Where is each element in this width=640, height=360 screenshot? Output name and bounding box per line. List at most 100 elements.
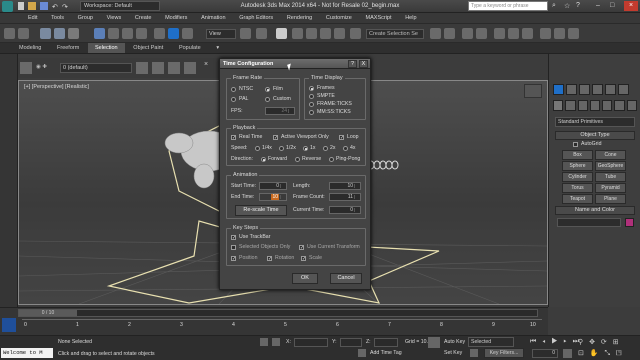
current-time-spinner[interactable]: 0: [329, 206, 361, 214]
shapes-icon[interactable]: [565, 100, 576, 111]
film-radio[interactable]: [265, 87, 270, 92]
viewport-navigation-controls-2[interactable]: ⊡ ✋ ⤡ ◳: [578, 349, 623, 358]
menu-group[interactable]: Group: [72, 13, 99, 21]
selected-only-checkbox[interactable]: [231, 245, 236, 250]
select-scale-icon[interactable]: [182, 28, 193, 39]
rescale-time-button[interactable]: Re-scale Time: [235, 205, 287, 216]
set-key-icon[interactable]: [428, 337, 440, 348]
time-slider[interactable]: 0 / 10: [18, 309, 538, 317]
length-spinner[interactable]: 10: [329, 182, 361, 190]
tab-modeling[interactable]: Modeling: [12, 43, 48, 53]
lock-selection-icon[interactable]: [260, 338, 268, 346]
viewcube-icon[interactable]: [524, 84, 542, 98]
ok-button[interactable]: OK: [292, 273, 318, 284]
pal-radio[interactable]: [231, 97, 236, 102]
menu-edit[interactable]: Edit: [22, 13, 43, 21]
maxscript-listener[interactable]: Welcome to M: [1, 348, 53, 358]
menu-create[interactable]: Create: [129, 13, 158, 21]
cancel-button[interactable]: Cancel: [330, 273, 362, 284]
systems-icon[interactable]: [626, 100, 637, 111]
save-icon[interactable]: [40, 2, 48, 10]
select-manipulate-icon[interactable]: [256, 28, 267, 39]
reference-coordinate-dropdown[interactable]: View: [206, 29, 236, 39]
utilities-tab-icon[interactable]: [618, 84, 629, 95]
window-crossing-icon[interactable]: [136, 28, 147, 39]
maximize-button[interactable]: □: [610, 2, 620, 11]
use-current-transform-checkbox[interactable]: ✓: [299, 245, 304, 251]
speed-quarter-radio[interactable]: [255, 146, 260, 151]
align-icon[interactable]: [444, 28, 455, 39]
layer-new-icon[interactable]: [136, 62, 148, 74]
render-setup-icon[interactable]: [540, 28, 551, 39]
position-checkbox[interactable]: ✓: [231, 256, 236, 262]
create-tab-icon[interactable]: [553, 84, 564, 95]
tab-object-paint[interactable]: Object Paint: [126, 43, 170, 53]
cone-button[interactable]: Cone: [595, 150, 626, 160]
key-filters-button[interactable]: Key Filters...: [484, 348, 524, 358]
autogrid-checkbox[interactable]: [573, 142, 578, 147]
object-color-swatch[interactable]: [625, 218, 634, 227]
ntsc-radio[interactable]: [231, 87, 236, 92]
region-select-icon[interactable]: [122, 28, 133, 39]
cylinder-button[interactable]: Cylinder: [562, 172, 593, 182]
layer-manager-icon[interactable]: [462, 28, 473, 39]
speed-4x-radio[interactable]: [343, 146, 348, 151]
undo-toolbar-icon[interactable]: [4, 28, 15, 39]
layer-icon[interactable]: [20, 62, 32, 74]
rendered-frame-icon[interactable]: [554, 28, 565, 39]
time-slider-thumb[interactable]: 0 / 10: [19, 310, 77, 316]
undo-icon[interactable]: ↶: [52, 3, 58, 11]
tube-button[interactable]: Tube: [595, 172, 626, 182]
rotation-checkbox[interactable]: ✓: [267, 256, 272, 262]
minimize-button[interactable]: –: [596, 2, 606, 11]
ribbon-minimize-icon[interactable]: ▾: [209, 43, 226, 53]
auto-key-button[interactable]: Auto Key: [444, 339, 465, 345]
frame-count-spinner[interactable]: 11: [329, 193, 361, 201]
real-time-checkbox[interactable]: ✓: [231, 135, 236, 141]
select-by-name-icon[interactable]: [108, 28, 119, 39]
pivot-center-icon[interactable]: [240, 28, 251, 39]
render-teapot-icon[interactable]: [568, 28, 579, 39]
geosphere-button[interactable]: GeoSphere: [595, 161, 626, 171]
material-editor-icon[interactable]: [522, 28, 533, 39]
smpte-radio[interactable]: [309, 94, 314, 99]
select-rotate-icon[interactable]: [168, 28, 179, 39]
fps-spinner[interactable]: 24: [265, 107, 295, 115]
redo-toolbar-icon[interactable]: [18, 28, 29, 39]
keyboard-shortcut-icon[interactable]: [276, 28, 287, 39]
tab-selection[interactable]: Selection: [87, 43, 125, 53]
key-filter-icon[interactable]: [470, 349, 478, 357]
helpers-icon[interactable]: [602, 100, 613, 111]
select-link-icon[interactable]: [40, 28, 51, 39]
frame-ticks-radio[interactable]: [309, 102, 314, 107]
dialog-close-button[interactable]: X: [359, 60, 368, 68]
search-input[interactable]: Type a keyword or phrase: [468, 1, 548, 11]
primitive-type-dropdown[interactable]: Standard Primitives: [555, 117, 635, 127]
cameras-icon[interactable]: [589, 100, 601, 111]
tab-populate[interactable]: Populate: [172, 43, 208, 53]
schematic-view-icon[interactable]: [508, 28, 519, 39]
time-config-icon[interactable]: [563, 349, 572, 358]
custom-radio[interactable]: [265, 97, 270, 102]
absolute-mode-icon[interactable]: [272, 338, 280, 346]
modify-tab-icon[interactable]: [566, 84, 577, 95]
dialog-title-bar[interactable]: Time Configuration ? X: [220, 59, 370, 69]
menu-maxscript[interactable]: MAXScript: [360, 13, 398, 21]
start-time-spinner[interactable]: 0: [259, 182, 287, 190]
named-selection-dropdown[interactable]: Create Selection Se: [366, 29, 424, 39]
set-current-layer-icon[interactable]: [184, 62, 196, 74]
speed-1x-radio[interactable]: [303, 146, 308, 151]
redo-icon[interactable]: ↷: [62, 3, 68, 11]
loop-checkbox[interactable]: ✓: [339, 135, 344, 141]
search-icon[interactable]: ⌕: [552, 2, 556, 10]
select-in-layer-icon[interactable]: [168, 62, 180, 74]
end-time-spinner[interactable]: 10: [259, 193, 287, 201]
star-icon[interactable]: ☆: [564, 2, 570, 10]
menu-help[interactable]: Help: [399, 13, 422, 21]
tab-freeform[interactable]: Freeform: [50, 43, 86, 53]
x-coordinate-field[interactable]: [294, 338, 328, 347]
bind-space-warp-icon[interactable]: [68, 28, 79, 39]
ping-pong-radio[interactable]: [329, 157, 334, 162]
teapot-button[interactable]: Teapot: [562, 194, 593, 204]
playback-controls[interactable]: ⏮ ◂ ▶ ▸ ⏭: [530, 338, 581, 346]
